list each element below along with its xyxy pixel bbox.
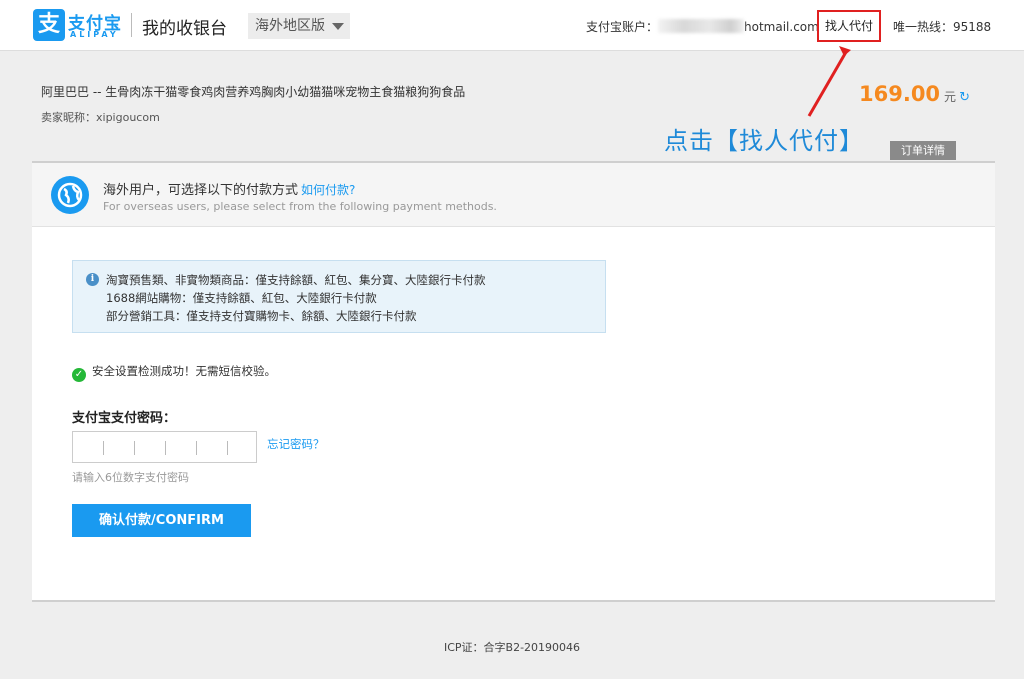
hotline-text: 唯一热线：95188	[893, 20, 992, 34]
info-icon: i	[86, 273, 99, 286]
info-line: 1688網站購物：僅支持餘額、紅包、大陸銀行卡付款	[106, 291, 377, 305]
info-line: 部分營銷工具：僅支持支付寶購物卡、餘額、大陸銀行卡付款	[106, 309, 417, 323]
price-unit: 元	[944, 90, 957, 104]
price-value: 169.00	[859, 82, 941, 106]
password-hint: 请输入6位数字支付密码	[72, 471, 189, 484]
logo-subtext: ALIPAY	[70, 30, 119, 39]
top-header: 支 支付宝 ALIPAY 我的收银台 海外地区版 支付宝账户： hotmail.c…	[0, 0, 1024, 51]
chevron-down-icon	[332, 23, 344, 30]
annotation-text: 点击【找人代付】	[664, 127, 864, 155]
overseas-notice: 海外用户，可选择以下的付款方式 如何付款? For overseas users,…	[32, 163, 995, 227]
alipay-logo-icon: 支	[33, 9, 65, 41]
payment-panel: 海外用户，可选择以下的付款方式 如何付款? For overseas users,…	[32, 161, 995, 602]
check-icon: ✓	[72, 368, 86, 382]
order-detail-button[interactable]: 订单详情	[890, 141, 956, 160]
region-label: 海外地区版	[255, 18, 325, 34]
how-to-pay-link[interactable]: 如何付款?	[301, 183, 355, 197]
notice-title: 海外用户，可选择以下的付款方式 如何付款?	[103, 179, 355, 198]
payment-info-box: i 淘寶預售類、非實物類商品：僅支持餘額、紅包、集分寶、大陸銀行卡付款 1688…	[72, 260, 606, 333]
globe-icon	[51, 176, 89, 214]
blurred-account-name	[658, 19, 745, 33]
order-amount: 169.00 元 ↻	[859, 82, 970, 106]
notice-subtitle: For overseas users, please select from t…	[103, 200, 497, 213]
password-cell-divider	[165, 441, 166, 455]
password-cell-divider	[134, 441, 135, 455]
security-status: ✓ 安全设置检测成功！无需短信校验。	[72, 363, 276, 382]
password-input[interactable]	[72, 431, 257, 463]
account-label: 支付宝账户：	[586, 20, 659, 34]
find-pay-link[interactable]: 找人代付	[817, 10, 881, 42]
product-title: 阿里巴巴 -- 生骨肉冻干猫零食鸡肉营养鸡胸肉小幼猫猫咪宠物主食猫粮狗狗食品	[41, 85, 466, 99]
password-cell-divider	[227, 441, 228, 455]
footer-icp: ICP证：合字B2-20190046	[443, 641, 581, 654]
account-info: 支付宝账户： hotmail.com	[586, 18, 819, 35]
forgot-password-link[interactable]: 忘记密码？	[267, 436, 325, 452]
region-dropdown[interactable]: 海外地区版	[248, 13, 350, 39]
password-cell-divider	[103, 441, 104, 455]
annotation-arrow-icon	[807, 46, 851, 117]
confirm-payment-button[interactable]: 确认付款/CONFIRM	[72, 504, 251, 537]
notice-text: 海外用户，可选择以下的付款方式	[103, 183, 299, 198]
password-cell-divider	[196, 441, 197, 455]
refresh-icon[interactable]: ↻	[959, 90, 970, 105]
page-title: 我的收银台	[142, 19, 227, 39]
seller-name: 卖家昵称：xipigoucom	[41, 111, 160, 124]
password-label: 支付宝支付密码：	[72, 411, 177, 426]
info-line: 淘寶預售類、非實物類商品：僅支持餘額、紅包、集分寶、大陸銀行卡付款	[106, 273, 486, 287]
header-divider	[131, 13, 132, 37]
account-email-suffix: hotmail.com	[744, 20, 819, 34]
security-text: 安全设置检测成功！无需短信校验。	[92, 364, 276, 378]
